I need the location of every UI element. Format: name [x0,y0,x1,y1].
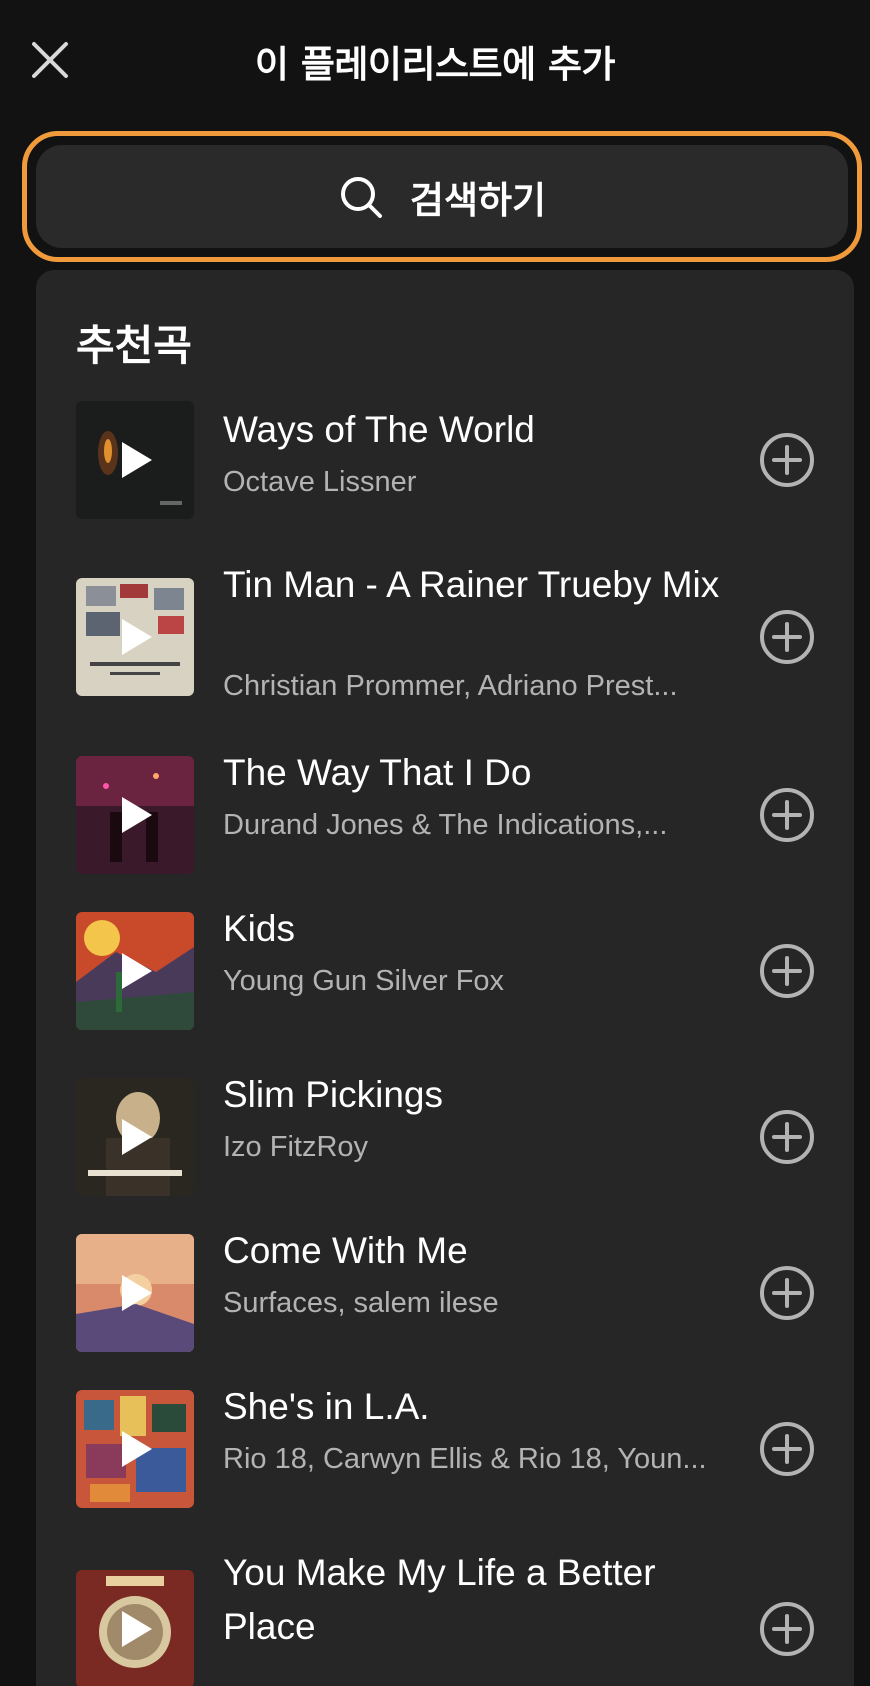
track-title: Come With Me [223,1230,468,1271]
add-track-button[interactable] [759,1109,815,1165]
track-artist: Rio 18, Carwyn Ellis & Rio 18, Youn... [223,1443,707,1475]
track-title: Kids [223,908,295,949]
play-icon [122,1275,152,1311]
album-art-play-button[interactable] [76,912,194,1030]
plus-circle-icon [760,1422,814,1476]
plus-circle-icon [760,610,814,664]
track-title: The Way That I Do [223,752,532,793]
track-row[interactable]: Slim Pickings Izo FitzRoy [76,1074,816,1208]
track-row[interactable]: Tin Man - A Rainer Trueby Mix Christian … [76,564,816,708]
search-icon [340,176,382,218]
search-button[interactable]: 검색하기 [36,145,848,248]
track-title: Slim Pickings [223,1074,443,1115]
track-row[interactable]: Come With Me Surfaces, salem ilese [76,1230,816,1364]
album-art-play-button[interactable] [76,1234,194,1352]
play-icon [122,442,152,478]
track-row[interactable]: The Way That I Do Durand Jones & The Ind… [76,752,816,886]
track-artist: Durand Jones & The Indications,... [223,809,668,841]
plus-circle-icon [760,1110,814,1164]
album-art-play-button[interactable] [76,1570,194,1686]
play-icon [122,1119,152,1155]
recommended-heading: 추천곡 [76,321,192,370]
play-icon [122,1431,152,1467]
add-track-button[interactable] [759,1265,815,1321]
track-artist: Christian Prommer, Adriano Prest... [223,670,678,702]
album-art-play-button[interactable] [76,1078,194,1196]
album-art-play-button[interactable] [76,1390,194,1508]
play-icon [122,953,152,989]
search-focus-ring: 검색하기 [22,131,862,262]
track-title: Ways of The World [223,409,535,450]
play-icon [122,619,152,655]
add-track-button[interactable] [759,609,815,665]
page-title: 이 플레이리스트에 추가 [254,43,616,86]
header: 이 플레이리스트에 추가 [0,0,870,122]
add-track-button[interactable] [759,1601,815,1657]
track-artist: Octave Lissner [223,466,417,498]
plus-circle-icon [760,788,814,842]
track-artist: Young Gun Silver Fox [223,965,505,997]
track-row[interactable]: Kids Young Gun Silver Fox [76,908,816,1042]
track-title: You Make My Life a Better Place [223,1552,656,1647]
plus-circle-icon [760,1602,814,1656]
track-artist: Surfaces, salem ilese [223,1287,499,1319]
add-track-button[interactable] [759,1421,815,1477]
plus-circle-icon [760,1266,814,1320]
track-row[interactable]: Ways of The World Octave Lissner [76,395,816,525]
album-art-play-button[interactable] [76,578,194,696]
play-icon [122,1611,152,1647]
track-row[interactable]: You Make My Life a Better Place [76,1552,816,1686]
album-art-play-button[interactable] [76,401,194,519]
track-title: She's in L.A. [223,1386,430,1427]
search-label: 검색하기 [409,178,547,222]
add-track-button[interactable] [759,432,815,488]
track-title: Tin Man - A Rainer Trueby Mix [223,564,720,605]
album-art-play-button[interactable] [76,756,194,874]
recommended-panel[interactable]: 추천곡 Ways of The World Octave Lissner Tin… [36,270,854,1686]
add-track-button[interactable] [759,943,815,999]
plus-circle-icon [760,433,814,487]
plus-circle-icon [760,944,814,998]
play-icon [122,797,152,833]
track-artist: Izo FitzRoy [223,1131,369,1163]
add-track-button[interactable] [759,787,815,843]
track-row[interactable]: She's in L.A. Rio 18, Carwyn Ellis & Rio… [76,1386,816,1520]
